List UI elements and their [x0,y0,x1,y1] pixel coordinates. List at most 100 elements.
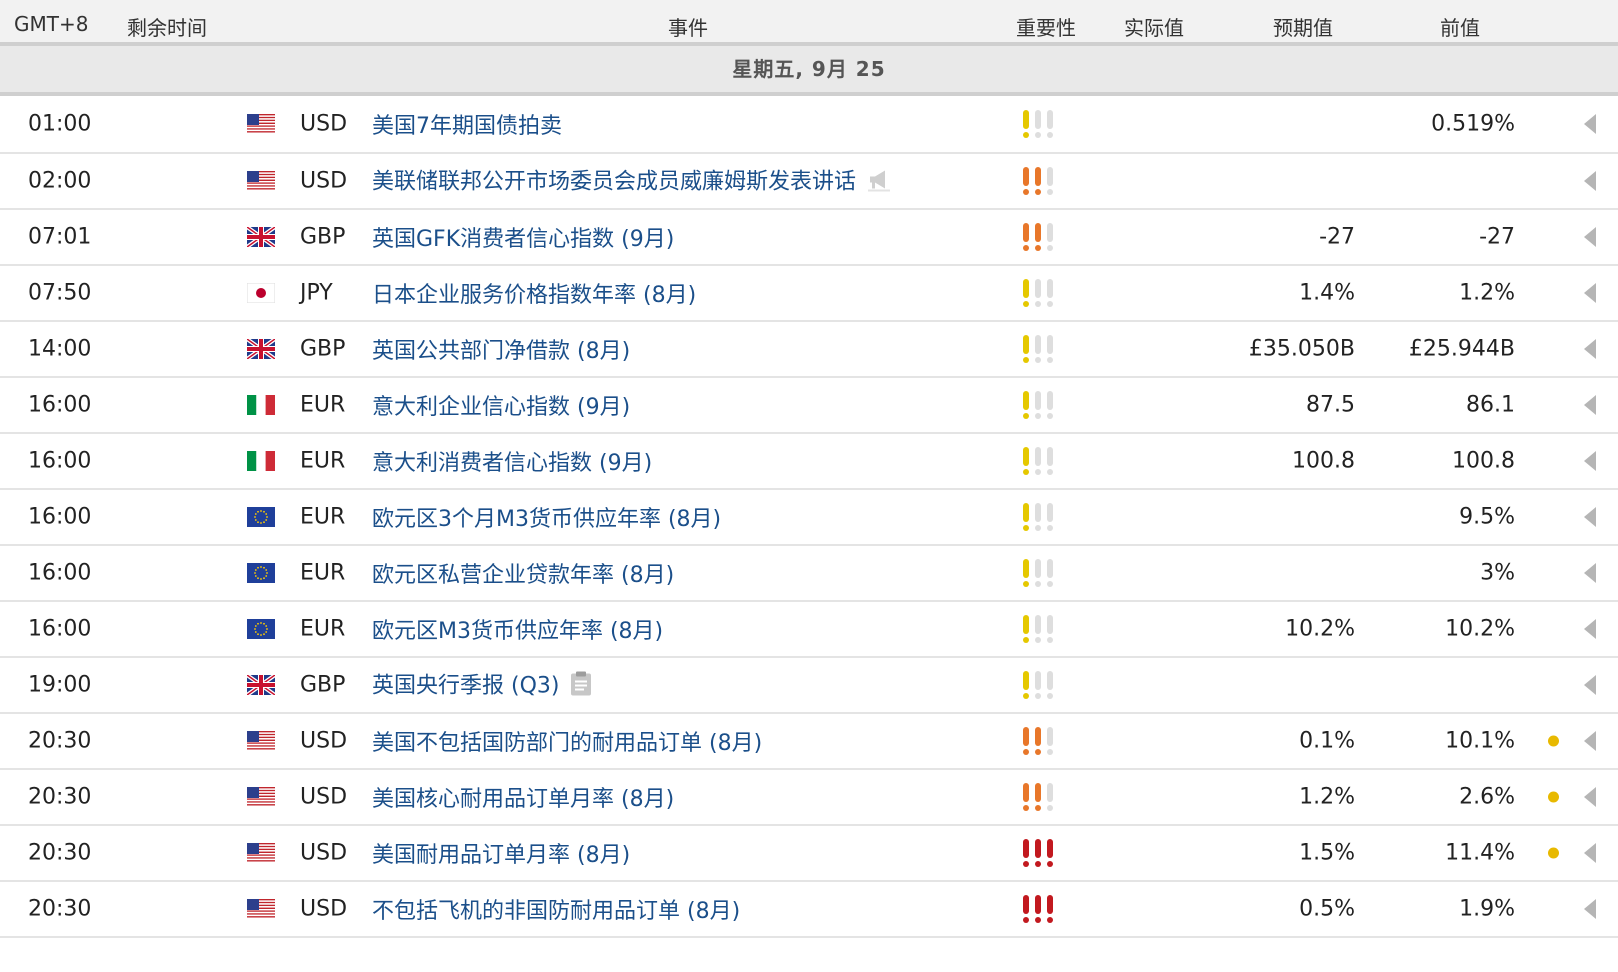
expand-arrow-icon[interactable] [1584,283,1596,303]
event-title[interactable]: 意大利消费者信心指数 (9月) [372,451,652,476]
event-link[interactable]: 意大利企业信心指数 (9月) [372,389,630,421]
event-row[interactable]: 16:00 EUR 欧元区私营企业贷款年率 (8月) 3% [0,546,1618,602]
importance-mark [1046,727,1054,755]
header-remaining: 剩余时间 [127,16,207,40]
event-row[interactable]: 20:30 USD 美国不包括国防部门的耐用品订单 (8月) 0.1% 10.1% [0,714,1618,770]
header-timezone[interactable]: GMT+8 [14,12,88,36]
event-title[interactable]: 不包括飞机的非国防耐用品订单 (8月) [372,899,740,924]
event-link[interactable]: 意大利消费者信心指数 (9月) [372,445,652,477]
importance-indicator [1022,839,1054,867]
expand-arrow-icon[interactable] [1584,507,1596,527]
event-row[interactable]: 07:50 JPY 日本企业服务价格指数年率 (8月) 1.4% 1.2% [0,266,1618,322]
expand-arrow-icon[interactable] [1584,731,1596,751]
event-title[interactable]: 欧元区M3货币供应年率 (8月) [372,619,663,644]
expand-arrow-icon[interactable] [1584,227,1596,247]
event-title[interactable]: 美联储联邦公开市场委员会成员威廉姆斯发表讲话 [372,170,856,195]
event-title[interactable]: 英国央行季报 (Q3) [372,674,559,699]
importance-mark [1034,279,1042,307]
event-link[interactable]: 日本企业服务价格指数年率 (8月) [372,277,696,309]
importance-mark [1034,503,1042,531]
forecast-value: 0.1% [1299,728,1355,754]
event-row[interactable]: 19:00 GBP 英国央行季报 (Q3) [0,658,1618,714]
expand-arrow-icon[interactable] [1584,619,1596,639]
event-title[interactable]: 美国耐用品订单月率 (8月) [372,843,630,868]
us-flag-icon [247,731,275,751]
event-row[interactable]: 16:00 EUR 意大利消费者信心指数 (9月) 100.8 100.8 [0,434,1618,490]
expand-arrow-icon[interactable] [1584,787,1596,807]
importance-mark [1022,839,1030,867]
event-title[interactable]: 英国GFK消费者信心指数 (9月) [372,227,674,252]
event-row[interactable]: 07:01 GBP 英国GFK消费者信心指数 (9月) -27 -27 [0,210,1618,266]
event-title[interactable]: 美国7年期国债拍卖 [372,114,562,139]
event-link[interactable]: 美国7年期国债拍卖 [372,108,562,140]
event-title[interactable]: 欧元区私营企业贷款年率 (8月) [372,563,674,588]
importance-indicator [1022,727,1054,755]
event-link[interactable]: 英国GFK消费者信心指数 (9月) [372,221,674,253]
event-row[interactable]: 16:00 EUR 意大利企业信心指数 (9月) 87.5 86.1 [0,378,1618,434]
event-row[interactable]: 02:00 USD 美联储联邦公开市场委员会成员威廉姆斯发表讲话 [0,154,1618,210]
importance-mark [1046,335,1054,363]
forecast-value: 87.5 [1306,392,1355,418]
importance-mark [1022,783,1030,811]
importance-mark [1022,615,1030,643]
event-row[interactable]: 16:00 EUR 欧元区3个月M3货币供应年率 (8月) 9.5% [0,490,1618,546]
previous-value: £25.944B [1408,336,1515,362]
event-time: 16:00 [28,504,92,530]
previous-value: 2.6% [1459,784,1515,810]
expand-arrow-icon[interactable] [1584,339,1596,359]
event-link[interactable]: 美联储联邦公开市场委员会成员威廉姆斯发表讲话 [372,164,892,199]
previous-value: 100.8 [1452,448,1515,474]
currency-code: JPY [300,280,333,306]
event-link[interactable]: 欧元区M3货币供应年率 (8月) [372,613,663,645]
eu-flag-icon [247,619,275,639]
importance-mark [1046,279,1054,307]
event-link[interactable]: 欧元区私营企业贷款年率 (8月) [372,557,674,589]
event-time: 20:30 [28,784,92,810]
importance-mark [1022,671,1030,699]
previous-value: 3% [1480,560,1515,586]
expand-arrow-icon[interactable] [1584,843,1596,863]
event-link[interactable]: 不包括飞机的非国防耐用品订单 (8月) [372,893,740,925]
expand-arrow-icon[interactable] [1584,451,1596,471]
event-row[interactable]: 20:30 USD 不包括飞机的非国防耐用品订单 (8月) 0.5% 1.9% [0,882,1618,938]
expand-arrow-icon[interactable] [1584,395,1596,415]
importance-mark [1046,167,1054,195]
importance-mark [1034,895,1042,923]
importance-mark [1046,839,1054,867]
us-flag-icon [247,114,275,134]
event-title[interactable]: 美国核心耐用品订单月率 (8月) [372,787,674,812]
previous-value: 0.519% [1431,111,1515,137]
event-row[interactable]: 14:00 GBP 英国公共部门净借款 (8月) £35.050B £25.944B [0,322,1618,378]
event-row[interactable]: 20:30 USD 美国核心耐用品订单月率 (8月) 1.2% 2.6% [0,770,1618,826]
event-link[interactable]: 美国核心耐用品订单月率 (8月) [372,781,674,813]
event-link[interactable]: 美国不包括国防部门的耐用品订单 (8月) [372,725,762,757]
event-link[interactable]: 英国公共部门净借款 (8月) [372,333,630,365]
revision-dot-icon [1548,847,1559,859]
event-title[interactable]: 英国公共部门净借款 (8月) [372,339,630,364]
event-row[interactable]: 01:00 USD 美国7年期国债拍卖 0.519% [0,96,1618,154]
currency-code: EUR [300,560,346,586]
expand-arrow-icon[interactable] [1584,563,1596,583]
expand-arrow-icon[interactable] [1584,675,1596,695]
expand-arrow-icon[interactable] [1584,899,1596,919]
expand-arrow-icon[interactable] [1584,114,1596,134]
event-title[interactable]: 欧元区3个月M3货币供应年率 (8月) [372,507,721,532]
event-title[interactable]: 日本企业服务价格指数年率 (8月) [372,283,696,308]
event-title[interactable]: 意大利企业信心指数 (9月) [372,395,630,420]
report-icon [569,671,593,703]
expand-arrow-icon[interactable] [1584,171,1596,191]
forecast-value: 0.5% [1299,896,1355,922]
importance-indicator [1022,335,1054,363]
event-link[interactable]: 英国央行季报 (Q3) [372,668,593,703]
event-row[interactable]: 20:30 USD 美国耐用品订单月率 (8月) 1.5% 11.4% [0,826,1618,882]
event-link[interactable]: 美国耐用品订单月率 (8月) [372,837,630,869]
event-link[interactable]: 欧元区3个月M3货币供应年率 (8月) [372,501,721,533]
forecast-value: 1.5% [1299,840,1355,866]
currency-code: GBP [300,336,346,362]
currency-code: EUR [300,448,346,474]
importance-mark [1034,671,1042,699]
event-row[interactable]: 16:00 EUR 欧元区M3货币供应年率 (8月) 10.2% 10.2% [0,602,1618,658]
header-event: 事件 [668,16,708,40]
previous-value: 9.5% [1459,504,1515,530]
event-title[interactable]: 美国不包括国防部门的耐用品订单 (8月) [372,731,762,756]
